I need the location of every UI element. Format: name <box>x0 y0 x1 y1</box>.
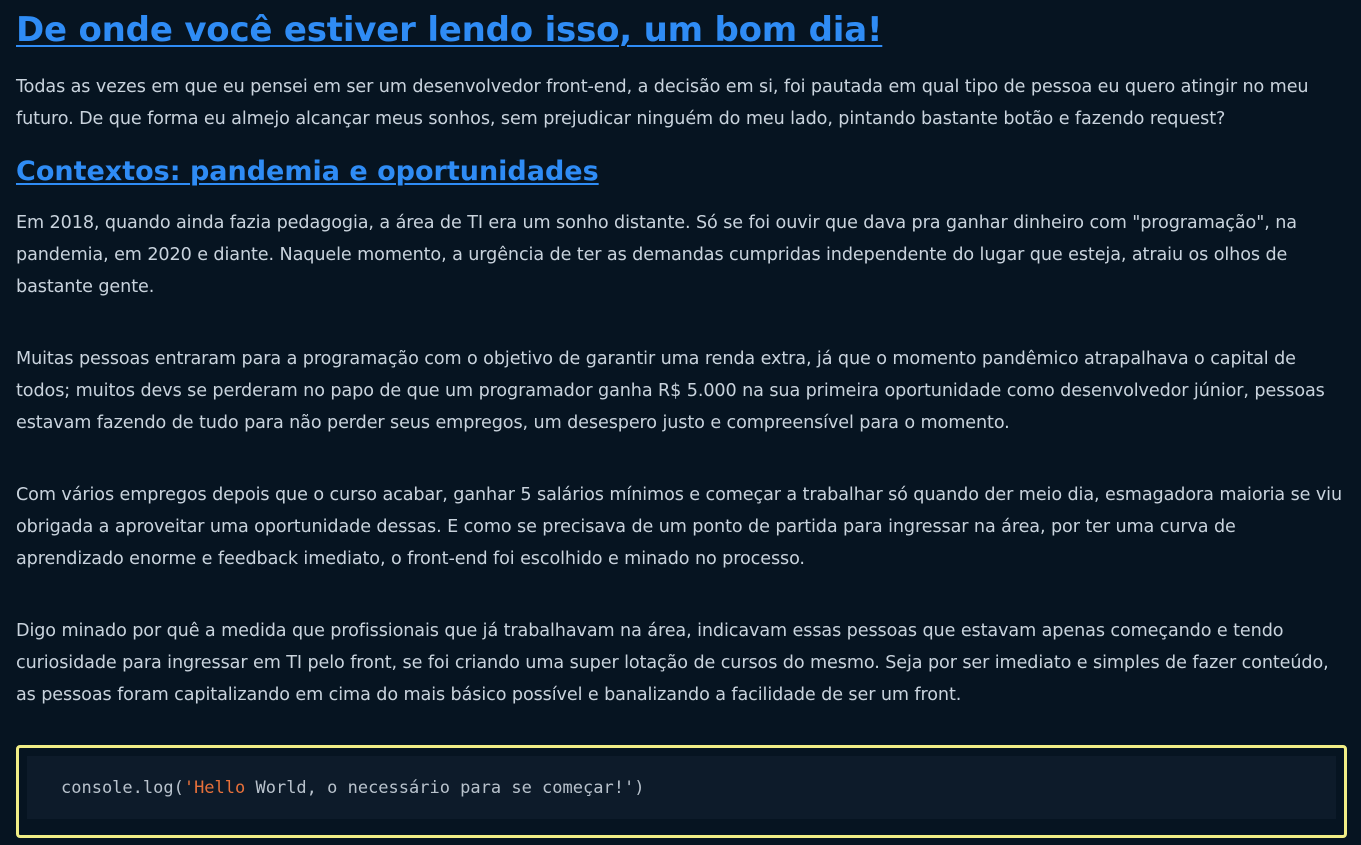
article-title[interactable]: De onde você estiver lendo isso, um bom … <box>16 0 1345 53</box>
code-highlight-frame: console.log('Hello World, o necessário p… <box>16 745 1347 838</box>
code-close-paren: ) <box>634 777 645 798</box>
code-string-highlight: 'Hello <box>183 777 246 798</box>
body-paragraph: Com vários empregos depois que o curso a… <box>16 485 1343 569</box>
code-block: console.log('Hello World, o necessário p… <box>27 756 1336 819</box>
body-paragraph: Em 2018, quando ainda fazia pedagogia, a… <box>16 213 1297 297</box>
code-string-rest: World, o necessário para se começar!' <box>245 777 635 798</box>
body-paragraph: Muitas pessoas entraram para a programaç… <box>16 349 1325 433</box>
article: De onde você estiver lendo isso, um bom … <box>0 0 1361 845</box>
body-paragraph: Digo minado por quê a medida que profiss… <box>16 621 1329 705</box>
intro-paragraph: Todas as vezes em que eu pensei em ser u… <box>16 77 1309 129</box>
section-heading[interactable]: Contextos: pandemia e oportunidades <box>16 153 1345 191</box>
code-call: console.log( <box>61 777 184 798</box>
